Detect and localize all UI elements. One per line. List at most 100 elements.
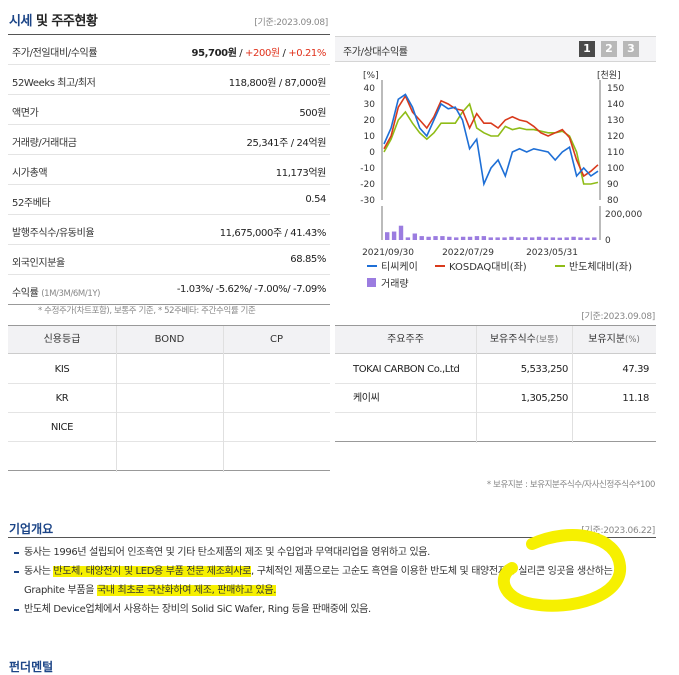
volume-bar xyxy=(391,231,397,240)
rating-header-cp: CP xyxy=(223,326,330,354)
rating-header-grade: 신용등급 xyxy=(8,326,116,354)
table-row: NICE xyxy=(8,413,330,442)
stock-chart: [%] [천원] 40 150 30 140 20 130 10 120 0 110 -10 100 -20… xyxy=(360,70,642,290)
left-unit-label: [%] xyxy=(363,71,379,81)
volume-bar xyxy=(412,233,418,240)
volume-bar xyxy=(585,237,590,240)
column-divider xyxy=(572,326,573,443)
volume-bar xyxy=(536,236,542,240)
right-tick-label: 140 xyxy=(607,100,624,110)
table-row: 케이씨 1,305,250 11.18 xyxy=(335,384,656,413)
overview-text: 동사는 1996년 설립되어 인조흑연 및 기타 탄소제품의 제조 및 수입업과… xyxy=(24,547,430,558)
volume-bar xyxy=(440,236,445,240)
volume-bar xyxy=(571,236,576,240)
volume-bar xyxy=(578,237,583,240)
returns-values: -1.03%/ -5.62%/ -7.00%/ -7.09% xyxy=(176,284,327,295)
volume-bar xyxy=(467,236,473,240)
volume-bar xyxy=(592,237,597,240)
legend-label: 티씨케이 xyxy=(381,261,418,273)
holders-header-shares: 보유주식수(보통) xyxy=(476,326,572,354)
overview-title: 기업개요 xyxy=(9,522,54,536)
left-tick-label: -20 xyxy=(360,180,375,190)
volume-tick-label: 0 xyxy=(605,236,611,246)
volume-bar xyxy=(509,236,514,240)
section-title-market: 시세 및 주주현황 xyxy=(9,14,98,29)
volume-bar xyxy=(405,237,411,240)
row-52week: 52Weeks 최고/최저 118,800원 / 87,000원 xyxy=(8,65,330,95)
chart-header: 주가/상대수익률 1 2 3 xyxy=(335,36,656,62)
chart-title: 주가/상대수익률 xyxy=(343,47,408,58)
volume-bar xyxy=(426,236,431,240)
table-row: KR xyxy=(8,384,330,413)
volume-bar xyxy=(543,237,549,240)
right-tick-label: 150 xyxy=(607,84,624,94)
highlighted-text: 국내 최초로 국산화하여 제조, 판매하고 있음. xyxy=(96,585,277,596)
volume-bar xyxy=(564,237,569,240)
holders-header-pct: 보유지분(%) xyxy=(572,326,656,354)
volume-bar xyxy=(460,236,466,240)
left-tick-label: 30 xyxy=(364,100,376,110)
volume-bar xyxy=(516,237,521,240)
table-row xyxy=(335,413,656,442)
left-tick-label: -30 xyxy=(360,196,375,206)
volume-bar xyxy=(419,236,424,240)
rating-header-bond: BOND xyxy=(116,326,223,354)
legend-label: 거래량 xyxy=(381,278,409,290)
legend-label: KOSDAQ대비(좌) xyxy=(449,261,527,273)
volume-bar xyxy=(385,232,390,240)
volume-bar xyxy=(488,237,493,240)
table-row xyxy=(8,442,330,471)
left-tick-label: 40 xyxy=(364,84,376,94)
chart-view-2-button[interactable]: 2 xyxy=(601,41,617,57)
rating-as-of: [기준:2023.09.08] xyxy=(581,312,655,322)
current-price: 95,700원 xyxy=(191,48,237,59)
volume-bar xyxy=(495,237,500,240)
chart-view-1-button[interactable]: 1 xyxy=(579,41,595,57)
volume-bar xyxy=(529,237,535,240)
legend-swatch-volume xyxy=(367,278,376,287)
x-tick-label: 2021/09/30 xyxy=(362,248,414,258)
volume-bar xyxy=(481,236,487,240)
volume-bar xyxy=(454,237,459,240)
holders-footnote: * 보유지분 : 보유지분주식수/자사신정주식수*100 xyxy=(486,480,656,490)
highlighted-text: 반도체, 태양전지 및 LED용 부품 전문 제조회사로 xyxy=(53,566,252,577)
volume-bar xyxy=(398,225,404,240)
column-divider xyxy=(223,326,224,472)
volume-bar xyxy=(447,236,452,240)
holders-header-name: 주요주주 xyxy=(335,326,476,354)
right-tick-label: 110 xyxy=(607,148,624,158)
overview-text: 반도체 Device업체에서 사용하는 장비의 Solid SiC Wafer,… xyxy=(24,604,371,615)
market-as-of: [기준:2023.09.08] xyxy=(254,18,328,28)
table-row: KIS xyxy=(8,355,330,384)
legend-label: 반도체대비(좌) xyxy=(569,261,632,273)
volume-bar xyxy=(433,236,438,240)
price-rate: +0.21% xyxy=(288,48,326,59)
x-tick-label: 2022/07/29 xyxy=(442,248,494,258)
volume-bar xyxy=(502,237,507,240)
overview-text: 동사는 xyxy=(24,566,54,577)
right-tick-label: 80 xyxy=(607,196,619,206)
left-tick-label: 0 xyxy=(369,148,375,158)
x-tick-label: 2023/05/31 xyxy=(526,248,578,258)
right-tick-label: 130 xyxy=(607,116,624,126)
left-tick-label: 20 xyxy=(364,116,376,126)
left-tick-label: 10 xyxy=(364,132,376,142)
right-unit-label: [천원] xyxy=(597,70,621,81)
row-par-value: 액면가 500원 xyxy=(8,95,330,125)
right-tick-label: 100 xyxy=(607,164,624,174)
row-shares-issued: 발행주식수/유동비율 11,675,000주 / 41.43% xyxy=(8,215,330,245)
row-returns: 수익률 (1M/3M/6M/1Y) -1.03%/ -5.62%/ -7.00%… xyxy=(8,275,330,305)
column-divider xyxy=(116,326,117,472)
volume-tick-label: 200,000 xyxy=(605,210,642,220)
volume-bar xyxy=(550,237,556,240)
volume-bar xyxy=(557,237,562,240)
table-row: TOKAI CARBON Co.,Ltd 5,533,250 47.39 xyxy=(335,355,656,384)
chart-view-3-button[interactable]: 3 xyxy=(623,41,639,57)
price-change: +200원 xyxy=(245,48,280,59)
left-tick-label: -10 xyxy=(360,164,375,174)
row-market-cap: 시가총액 11,173억원 xyxy=(8,155,330,185)
right-tick-label: 120 xyxy=(607,132,624,142)
fundamental-title: 펀더멘털 xyxy=(9,660,54,674)
highlight-marker-scribble xyxy=(497,529,627,612)
holders-table: 주요주주 보유주식수(보통) 보유지분(%) TOKAI CARBON Co.,… xyxy=(335,325,656,445)
